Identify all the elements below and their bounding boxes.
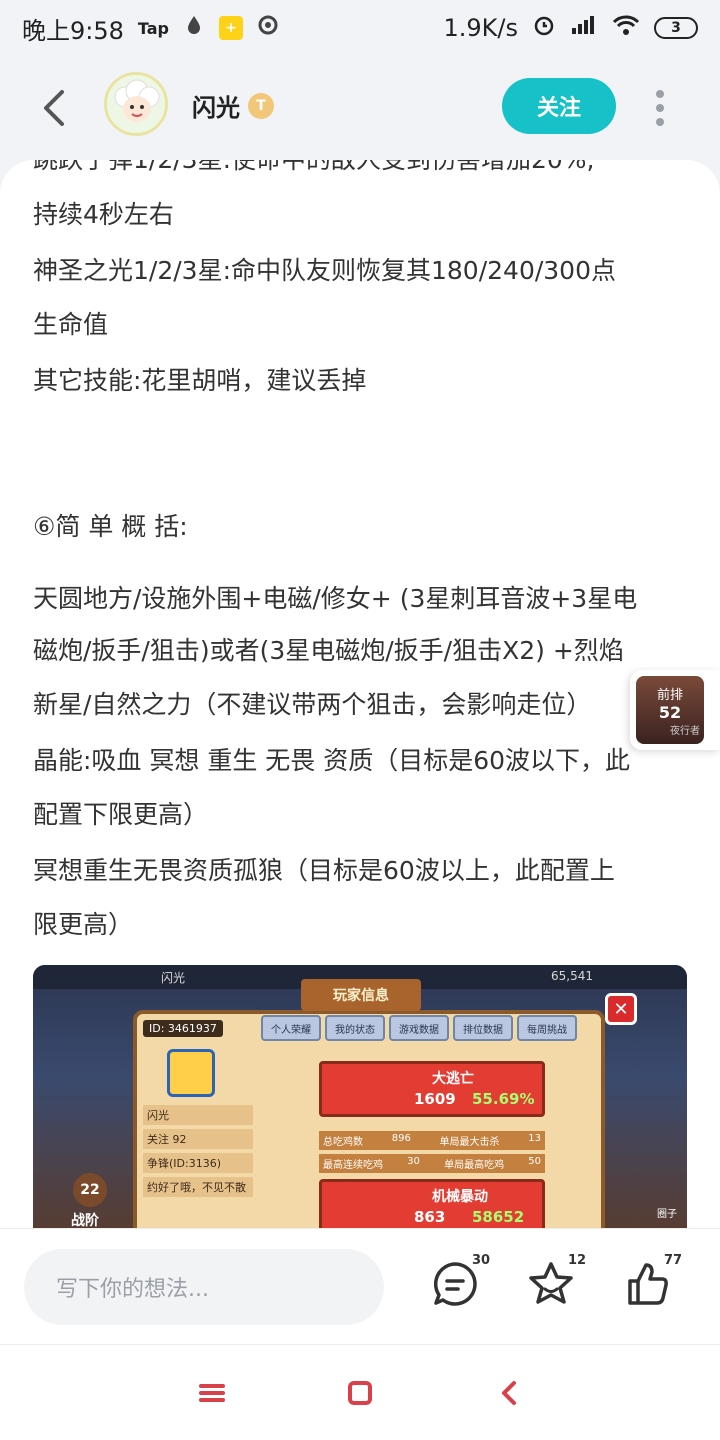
- level-badge: T: [248, 93, 274, 119]
- chevron-left-icon: [44, 90, 64, 126]
- paragraph: 新星/自然之力（不建议带两个狙击，会影响走位）: [33, 690, 592, 719]
- follow-button[interactable]: 关注: [502, 78, 616, 134]
- game-panel-title: 玩家信息: [301, 979, 421, 1011]
- comment-button[interactable]: 30: [430, 1253, 490, 1315]
- menu-icon: [199, 1384, 225, 1402]
- game-avatar: [167, 1049, 215, 1097]
- sheep-avatar-icon: [107, 75, 165, 133]
- game-tab: 每周挑战: [517, 1015, 577, 1041]
- more-options-button[interactable]: [652, 90, 668, 126]
- clock: 晚上9:58: [22, 16, 124, 45]
- stat-row: 总吃鸡数 896 单局最大击杀 13: [319, 1131, 545, 1150]
- sync-icon: [257, 13, 281, 43]
- mode-games: 1609: [414, 1090, 456, 1108]
- game-tab: 我的状态: [325, 1015, 385, 1041]
- section-title: ⑥简 单 概 括:: [33, 512, 188, 541]
- paragraph: 神圣之光1/2/3星:命中队友则恢复其180/240/300点: [33, 256, 616, 285]
- game-guild: 争锋(ID:3136): [143, 1153, 253, 1173]
- game-player-name: 闪光: [161, 971, 186, 985]
- system-back-button[interactable]: [496, 1379, 524, 1407]
- game-profile: 闪光 关注 92 争锋(ID:3136) 约好了哦，不见不散: [143, 1043, 253, 1201]
- alarm-icon: [532, 13, 556, 43]
- game-tab: 游戏数据: [389, 1015, 449, 1041]
- paragraph-partial: 跳跃子弹1/2/3星:使命中的敌人受到伤害增加20%,: [33, 160, 693, 187]
- mode-score: 58652: [472, 1208, 525, 1226]
- network-speed: 1.9K/s: [443, 14, 519, 42]
- author-name[interactable]: 闪光: [192, 88, 240, 123]
- comment-input[interactable]: 写下你的想法...: [24, 1249, 384, 1325]
- paragraph: 天圆地方/设施外围+电磁/修女+ (3星刺耳音波+3星电: [33, 584, 638, 613]
- like-button[interactable]: 77: [622, 1253, 682, 1315]
- mode-games: 863: [414, 1208, 446, 1226]
- paragraph: 配置下限更高）: [33, 800, 209, 829]
- floating-card-count: 52: [658, 703, 682, 722]
- game-motto: 约好了哦，不见不散: [143, 1177, 253, 1197]
- paragraph: 生命值: [33, 310, 109, 339]
- mode-title: 大逃亡: [432, 1071, 474, 1087]
- game-follow: 关注 92: [143, 1129, 253, 1149]
- game-tabs: 个人荣耀 我的状态 游戏数据 排位数据 每周挑战: [261, 1015, 577, 1041]
- battery-icon: 3: [654, 17, 698, 39]
- post-header: 闪光 T 关注: [0, 56, 720, 160]
- favorite-count: 12: [568, 1253, 587, 1268]
- square-icon: [348, 1381, 372, 1405]
- tap-icon: Tap: [137, 18, 170, 38]
- game-player-id: ID: 3461937: [143, 1020, 223, 1037]
- close-icon: ✕: [605, 993, 637, 1025]
- floating-card-sub: 夜行者: [670, 726, 700, 737]
- back-button[interactable]: [36, 86, 76, 130]
- wifi-icon: [612, 14, 640, 42]
- bottom-action-bar: 写下你的想法... 30 12 77: [0, 1228, 720, 1344]
- dot-icon: [656, 90, 664, 98]
- paragraph: 其它技能:花里胡哨，建议丢掉: [33, 366, 367, 395]
- signal-icon: [570, 14, 598, 42]
- chevron-left-icon: [502, 1381, 516, 1405]
- paragraph: 冥想重生无畏资质孤狼（目标是60波以上，此配置上: [33, 856, 615, 885]
- floating-card-title: 前排: [656, 688, 683, 703]
- mode-title: 机械暴动: [432, 1189, 488, 1205]
- game-coins: 65,541: [551, 969, 593, 983]
- game-tab: 排位数据: [453, 1015, 513, 1041]
- drop-icon: [183, 14, 205, 42]
- dot-icon: [656, 104, 664, 112]
- game-rank-level: 22: [73, 1173, 107, 1207]
- system-nav-bar: [0, 1344, 720, 1440]
- paragraph: 限更高）: [33, 910, 134, 939]
- floating-card-image: 前排 52 夜行者: [636, 676, 704, 744]
- floating-card[interactable]: 前排 52 夜行者: [630, 670, 720, 750]
- game-mode-card: 机械暴动 863 58652: [319, 1179, 545, 1228]
- like-count: 77: [664, 1253, 683, 1268]
- mode-rate: 55.69%: [472, 1090, 535, 1108]
- app-notification-icon: +: [219, 16, 244, 40]
- avatar[interactable]: [104, 72, 168, 136]
- game-name: 闪光: [143, 1105, 253, 1125]
- paragraph: 晶能:吸血 冥想 重生 无畏 资质（目标是60波以下，此: [33, 746, 631, 775]
- stat-row: 最高连续吃鸡 30 单局最高吃鸡 50: [319, 1154, 545, 1173]
- paragraph: 持续4秒左右: [33, 200, 174, 229]
- favorite-button[interactable]: 12: [526, 1253, 586, 1315]
- paragraph: 磁炮/扳手/狙击)或者(3星电磁炮/扳手/狙击X2) +烈焰: [33, 636, 624, 665]
- game-mode-card: 大逃亡 1609 55.69%: [319, 1061, 545, 1117]
- game-tab: 个人荣耀: [261, 1015, 321, 1041]
- dot-icon: [656, 118, 664, 126]
- home-button[interactable]: [346, 1379, 374, 1407]
- game-rank-label: 战阶: [71, 1213, 99, 1228]
- menu-button[interactable]: [198, 1379, 226, 1407]
- status-bar: 晚上9:58 Tap + 1.9K/s 3: [0, 0, 720, 56]
- game-stats: 总吃鸡数 896 单局最大击杀 13 最高连续吃鸡 30 单局最高吃鸡 50: [319, 1131, 545, 1177]
- comment-count: 30: [472, 1253, 491, 1268]
- game-circle-label: 圈子: [657, 1209, 677, 1220]
- game-screenshot-image[interactable]: 闪光 65,541 玩家信息 ✕ ID: 3461937 个人荣耀 我的状态 游…: [33, 965, 687, 1228]
- post-content: 跳跃子弹1/2/3星:使命中的敌人受到伤害增加20%, 持续4秒左右 神圣之光1…: [0, 160, 720, 1228]
